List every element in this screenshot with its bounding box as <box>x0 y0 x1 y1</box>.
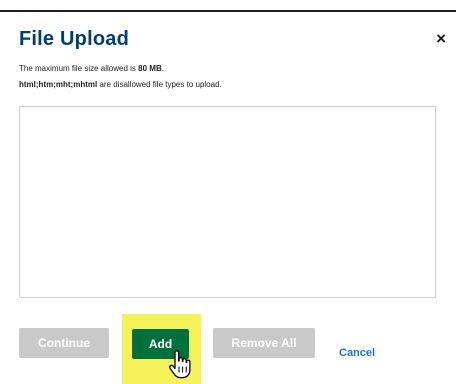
disallowed-types-info: html;htm;mht;mhtml are disallowed file t… <box>19 80 222 89</box>
cancel-link[interactable]: Cancel <box>339 347 375 359</box>
continue-button[interactable]: Continue <box>19 328 109 358</box>
max-size-suffix: . <box>161 64 164 73</box>
max-size-info: The maximum file size allowed is 80 MB. <box>19 64 164 73</box>
file-drop-zone[interactable] <box>19 106 436 298</box>
hand-pointer-icon <box>169 350 191 379</box>
max-size-value: 80 MB <box>138 64 162 73</box>
dialog-title: File Upload <box>19 28 129 50</box>
max-size-prefix: The maximum file size allowed is <box>19 64 139 73</box>
file-upload-dialog: File Upload × The maximum file size allo… <box>0 12 456 384</box>
disallowed-types-value: html;htm;mht;mhtml <box>19 80 98 89</box>
close-icon[interactable]: × <box>436 30 446 47</box>
disallowed-types-suffix: are disallowed file types to upload. <box>97 80 222 89</box>
remove-all-button[interactable]: Remove All <box>213 328 315 358</box>
